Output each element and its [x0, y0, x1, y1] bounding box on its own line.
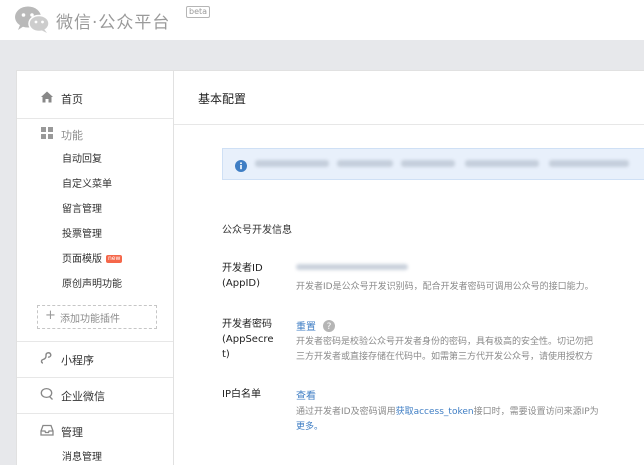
sidebar-divider — [17, 413, 173, 414]
sidebar-section-management: 管理 — [17, 420, 173, 444]
page-title: 基本配置 — [198, 92, 247, 106]
home-icon — [40, 90, 54, 107]
sidebar-item-custom-menu[interactable]: 自定义菜单 — [62, 175, 112, 190]
ip-whitelist-label: IP白名单 — [222, 389, 261, 400]
app-secret-label-line: (AppSecre — [222, 334, 274, 345]
new-badge: new — [106, 255, 123, 263]
redacted-text — [337, 160, 393, 167]
sidebar-item-original-declaration[interactable]: 原创声明功能 — [62, 275, 122, 290]
mini-program-icon — [40, 351, 54, 368]
sidebar-divider — [17, 377, 173, 378]
info-notice — [222, 148, 644, 180]
sidebar-item-message-management[interactable]: 消息管理 — [62, 448, 102, 463]
title-divider — [174, 124, 644, 125]
platform-title[interactable]: 微信·公众平台 — [56, 8, 170, 33]
redacted-text — [401, 160, 455, 167]
more-link[interactable]: 更多。 — [296, 420, 599, 435]
app-id-label: 开发者ID (AppID) — [222, 261, 263, 291]
content-frame: 首页 功能 自动回复 自定义菜单 留言管理 投票管理 页面模版 new 原创声明功… — [16, 70, 644, 465]
section-heading: 公众号开发信息 — [222, 225, 292, 236]
sidebar-item-mini-program[interactable]: 小程序 — [17, 348, 173, 372]
sidebar-item-label: 小程序 — [61, 354, 94, 367]
enterprise-wechat-icon — [40, 387, 54, 404]
sidebar-divider — [17, 118, 173, 119]
sidebar: 首页 功能 自动回复 自定义菜单 留言管理 投票管理 页面模版 new 原创声明功… — [17, 71, 174, 465]
app-id-description: 开发者ID是公众号开发识别码，配合开发者密码可调用公众号的接口能力。 — [296, 282, 594, 292]
sidebar-item-comments[interactable]: 留言管理 — [62, 200, 102, 215]
description-line: 三方开发者或直接存储在代码中。如需第三方代开发公众号，请使用授权方 — [296, 352, 594, 362]
help-icon[interactable]: ? — [323, 317, 335, 336]
app-secret-label-line: t) — [222, 349, 230, 360]
sidebar-item-page-templates[interactable]: 页面模版 new — [62, 250, 123, 265]
sidebar-section-functions: 功能 — [17, 123, 173, 147]
app-id-label-line: 开发者ID — [222, 263, 263, 274]
redacted-app-id — [296, 264, 408, 270]
sidebar-divider — [17, 341, 173, 342]
add-plugin-button[interactable]: + 添加功能插件 — [37, 305, 157, 329]
app-id-label-line: (AppID) — [222, 278, 260, 289]
main-content: 基本配置 公众号开发信息 开发者ID (AppID) 开发者ID是公众号开发识别… — [174, 71, 644, 465]
app-secret-description: 开发者密码是校验公众号开发者身份的密码，具有极高的安全性。切记勿把 三方开发者或… — [296, 335, 593, 365]
sidebar-item-label: 首页 — [61, 93, 83, 106]
sidebar-section-label: 管理 — [61, 426, 83, 439]
beta-badge: beta — [186, 6, 211, 18]
reset-secret-link[interactable]: 重置 — [296, 318, 316, 333]
management-icon — [40, 423, 54, 440]
sidebar-section-label: 功能 — [61, 129, 83, 142]
description-text: 通过开发者ID及密码调用 — [296, 407, 396, 417]
app-secret-label: 开发者密码 (AppSecre t) — [222, 317, 273, 362]
svg-text:?: ? — [327, 322, 332, 332]
description-line: 开发者密码是校验公众号开发者身份的密码，具有极高的安全性。切记勿把 — [296, 337, 594, 347]
sidebar-item-home[interactable]: 首页 — [17, 87, 173, 111]
app-secret-label-line: 开发者密码 — [222, 319, 272, 330]
view-ip-whitelist-link[interactable]: 查看 — [296, 387, 316, 402]
plus-icon: + — [45, 308, 56, 323]
redacted-text — [549, 160, 629, 167]
add-plugin-label: 添加功能插件 — [60, 314, 120, 325]
top-header: 微信·公众平台 beta — [0, 0, 644, 40]
redacted-text — [465, 160, 539, 167]
sidebar-item-label: 企业微信 — [61, 390, 105, 403]
sidebar-item-label: 页面模版 — [62, 254, 102, 265]
description-text: 接口时，需要设置访问来源IP为 — [473, 407, 599, 417]
description-line: 通过开发者ID及密码调用获取access_token接口时，需要设置访问来源IP… — [296, 405, 599, 420]
sidebar-item-enterprise-wechat[interactable]: 企业微信 — [17, 384, 173, 408]
sidebar-item-auto-reply[interactable]: 自动回复 — [62, 150, 102, 165]
access-token-link[interactable]: 获取access_token — [396, 407, 474, 417]
wechat-logo-icon[interactable] — [12, 5, 52, 39]
grid-icon — [40, 126, 54, 143]
info-icon — [235, 157, 247, 176]
ip-whitelist-description: 通过开发者ID及密码调用获取access_token接口时，需要设置访问来源IP… — [296, 405, 599, 435]
sidebar-item-voting[interactable]: 投票管理 — [62, 225, 102, 240]
redacted-text — [255, 160, 329, 167]
